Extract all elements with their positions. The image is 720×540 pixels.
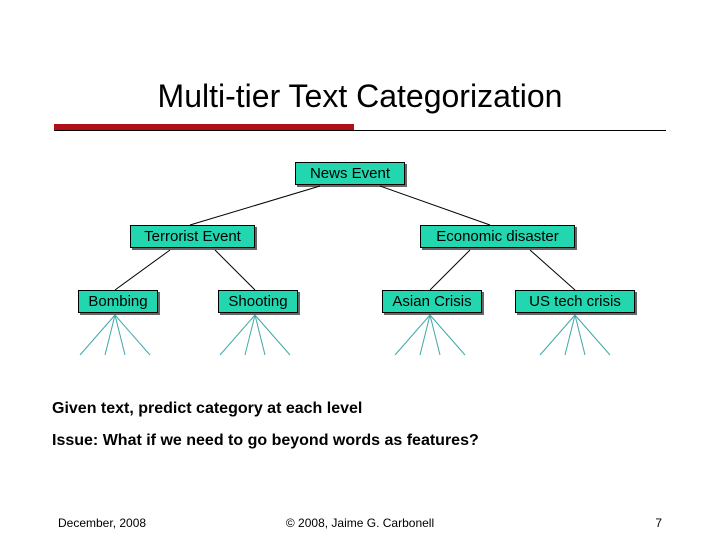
title-divider (54, 124, 666, 131)
node-leaf-3: Asian Crisis (382, 290, 482, 313)
node-left: Terrorist Event (130, 225, 255, 248)
body-line-2: Issue: What if we need to go beyond word… (52, 432, 479, 450)
footer-page-number: 7 (655, 516, 662, 530)
slide-title: Multi-tier Text Categorization (0, 0, 720, 123)
node-leaf-1: Bombing (78, 290, 158, 313)
node-leaf-2: Shooting (218, 290, 298, 313)
hierarchy-diagram: News Event Terrorist Event Economic disa… (60, 150, 660, 380)
node-right: Economic disaster (420, 225, 575, 248)
body-line-1: Given text, predict category at each lev… (52, 400, 362, 418)
node-root: News Event (295, 162, 405, 185)
node-leaf-4: US tech crisis (515, 290, 635, 313)
footer-copyright: © 2008, Jaime G. Carbonell (0, 516, 720, 530)
